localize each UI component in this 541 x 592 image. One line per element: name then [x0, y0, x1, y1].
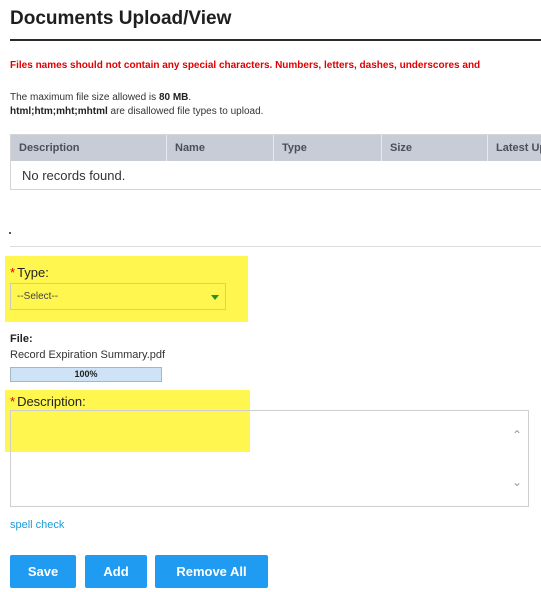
chevron-down-icon[interactable]: ⌄	[512, 476, 522, 488]
upload-info: The maximum file size allowed is 80 MB. …	[10, 91, 263, 119]
required-marker: *	[10, 265, 16, 280]
title-divider	[10, 39, 541, 41]
type-label-text: Type:	[17, 265, 49, 280]
description-label-text: Description:	[17, 394, 86, 409]
description-label: * Description:	[10, 394, 86, 409]
description-textarea[interactable]: ⌃ ⌄	[10, 410, 529, 507]
disallowed-types: html;htm;mht;mhtml	[10, 106, 108, 117]
table-header: Description Name Type Size Latest Up	[11, 135, 541, 161]
filename-warning: Files names should not contain any speci…	[10, 60, 481, 71]
chevron-up-icon[interactable]: ⌃	[512, 429, 522, 441]
spell-check-link[interactable]: spell check	[10, 519, 64, 531]
upload-progress-bar: 100%	[10, 367, 162, 382]
disallowed-suffix: are disallowed file types to upload.	[107, 106, 264, 117]
column-header-type[interactable]: Type	[274, 135, 382, 161]
type-select[interactable]: --Select--	[10, 283, 226, 310]
page-title: Documents Upload/View	[10, 8, 232, 29]
documents-table: Description Name Type Size Latest Up No …	[10, 134, 541, 190]
column-header-latest-update[interactable]: Latest Up	[488, 135, 541, 161]
type-label: * Type:	[10, 265, 49, 280]
max-size-line: The maximum file size allowed is 80 MB.	[10, 91, 263, 105]
column-header-name[interactable]: Name	[167, 135, 274, 161]
add-button[interactable]: Add	[85, 555, 147, 588]
file-name: Record Expiration Summary.pdf	[10, 349, 166, 361]
chevron-down-icon	[211, 295, 219, 300]
max-size-prefix: The maximum file size allowed is	[10, 92, 159, 103]
remove-all-button[interactable]: Remove All	[155, 555, 268, 588]
required-marker: *	[10, 394, 16, 409]
max-size-value: 80 MB	[158, 92, 189, 103]
dot-marker	[9, 232, 11, 234]
save-button[interactable]: Save	[10, 555, 76, 588]
max-size-suffix: .	[188, 92, 192, 103]
upload-progress-text: 100%	[74, 369, 98, 379]
file-label: File:	[10, 333, 33, 345]
column-header-size[interactable]: Size	[382, 135, 488, 161]
disallowed-line: html;htm;mht;mhtml are disallowed file t…	[10, 105, 263, 119]
type-select-value: --Select--	[17, 291, 59, 302]
table-empty-message: No records found.	[22, 168, 126, 183]
section-divider	[10, 246, 541, 247]
column-header-description[interactable]: Description	[11, 135, 167, 161]
